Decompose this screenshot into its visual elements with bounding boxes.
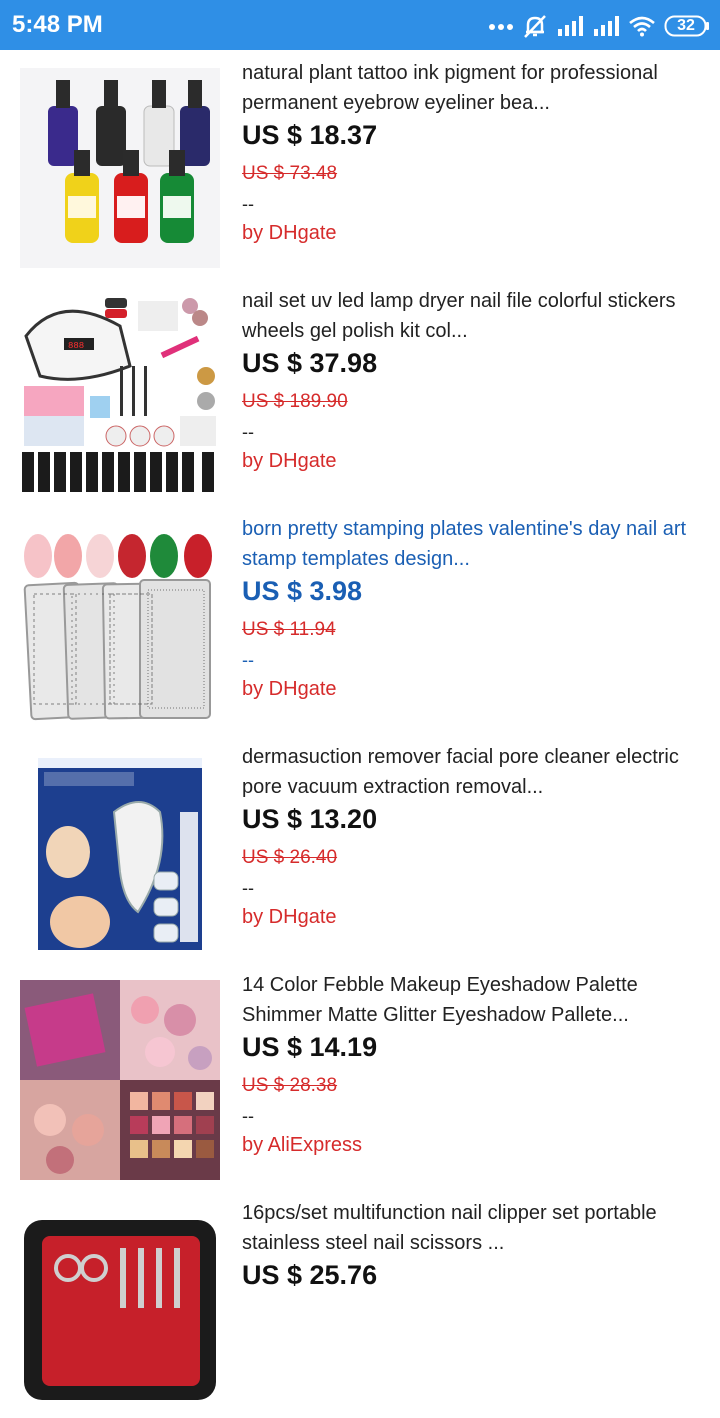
product-seller[interactable]: by DHgate [242,222,337,245]
product-seller[interactable]: by DHgate [242,450,337,473]
product-seller[interactable]: by DHgate [242,678,337,701]
product-note: -- [242,1106,254,1126]
battery-level: 32 [677,17,695,34]
status-time: 5:48 PM [12,11,103,38]
product-title[interactable]: born pretty stamping plates valentine's … [242,514,716,574]
tattoo-ink-bottles-image[interactable] [20,68,220,268]
product-seller[interactable]: by AliExpress [242,1134,362,1157]
product-item[interactable]: natural plant tattoo ink pigment for pro… [0,50,720,278]
product-price: US $ 3.98 [242,576,363,606]
product-note: -- [242,650,254,670]
product-note: -- [242,422,254,442]
product-price: US $ 25.76 [242,1260,378,1290]
stamping-plates-image[interactable] [20,524,220,724]
more-dots-icon [488,21,514,31]
product-title[interactable]: dermasuction remover facial pore cleaner… [242,742,716,802]
product-original-price: US $ 28.38 [242,1075,338,1096]
svg-text:888: 888 [68,341,84,351]
status-icons: 32 [488,12,710,40]
product-title[interactable]: natural plant tattoo ink pigment for pro… [242,58,716,118]
product-title[interactable]: 14 Color Febble Makeup Eyeshadow Palette… [242,970,716,1030]
product-title[interactable]: nail set uv led lamp dryer nail file col… [242,286,716,346]
product-note: -- [242,878,254,898]
product-original-price: US $ 11.94 [242,619,336,640]
product-price: US $ 13.20 [242,804,378,834]
signal-icon [592,15,620,37]
product-original-price: US $ 189.90 [242,391,348,412]
eyeshadow-palette-image[interactable] [20,980,220,1180]
product-note: -- [242,194,254,214]
wifi-icon [628,15,656,37]
product-seller[interactable]: by DHgate [242,906,337,929]
product-item[interactable]: dermasuction remover facial pore cleaner… [0,734,720,962]
signal-icon [556,15,584,37]
nail-kit-image[interactable]: 888 [20,296,220,496]
product-price: US $ 37.98 [242,348,378,378]
product-title[interactable]: 16pcs/set multifunction nail clipper set… [242,1198,716,1258]
product-price: US $ 18.37 [242,120,378,150]
battery-icon: 32 [664,15,710,37]
product-item[interactable]: 14 Color Febble Makeup Eyeshadow Palette… [0,962,720,1190]
product-original-price: US $ 73.48 [242,163,338,184]
mute-icon [522,13,548,39]
product-item[interactable]: born pretty stamping plates valentine's … [0,506,720,734]
nail-clipper-set-image[interactable] [20,1208,220,1408]
product-price: US $ 14.19 [242,1032,378,1062]
status-bar: 5:48 PM 32 [0,0,720,50]
product-item[interactable]: 888 nail set uv led lamp dryer nail file… [0,278,720,506]
product-item[interactable]: 16pcs/set multifunction nail clipper set… [0,1190,720,1418]
product-original-price: US $ 26.40 [242,847,338,868]
pore-vacuum-image[interactable] [20,752,220,952]
